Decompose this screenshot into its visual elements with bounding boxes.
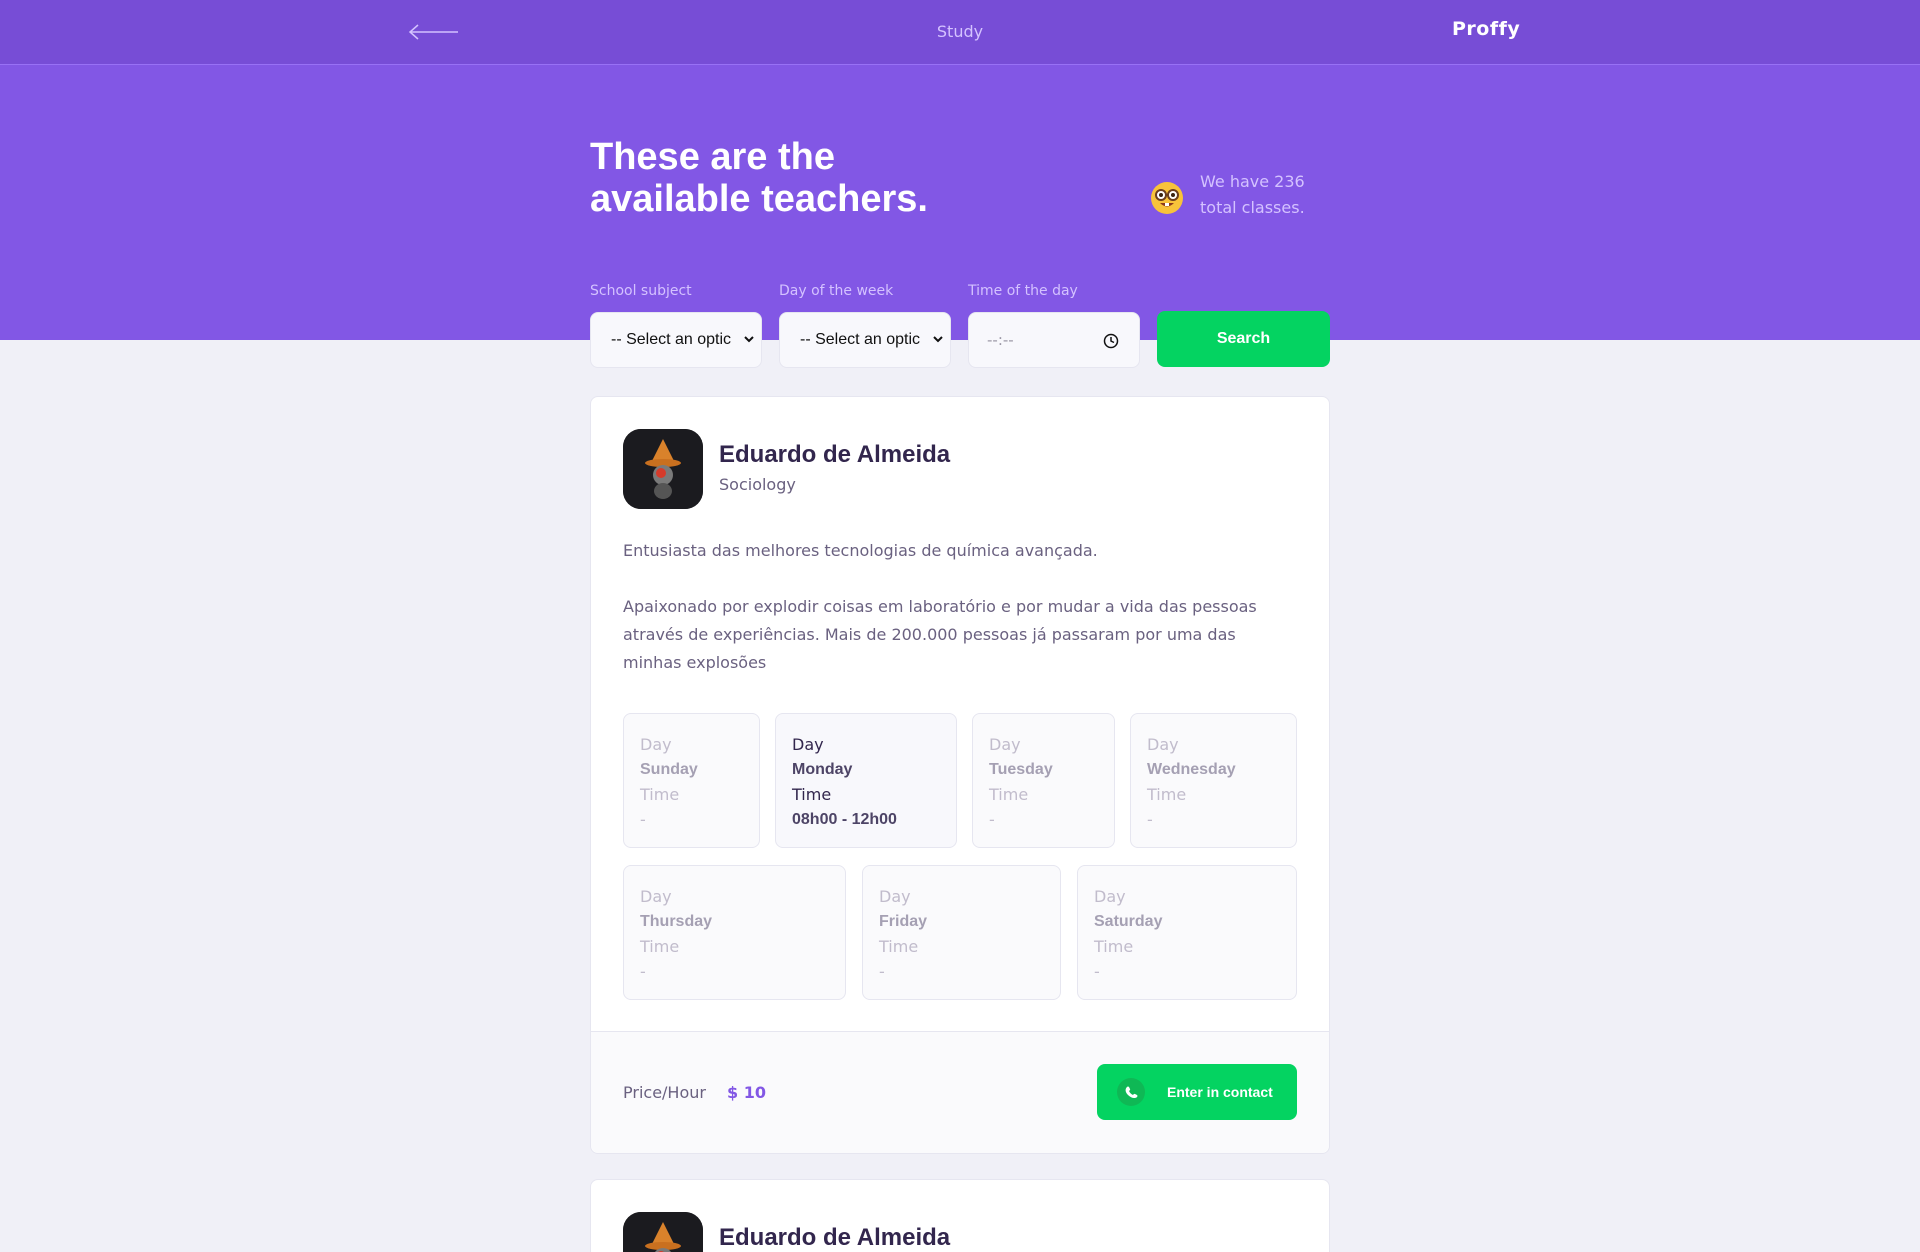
time-value: - [989, 810, 995, 829]
week-day-select[interactable]: -- Select an optic [779, 312, 951, 368]
day-value: Saturday [1094, 913, 1163, 930]
avatar-image [623, 429, 703, 509]
day-label: Day [792, 735, 824, 754]
time-label: Time [640, 785, 680, 804]
teacher-avatar [623, 429, 703, 509]
bio-paragraph: Entusiasta das melhores tecnologias de q… [623, 541, 1098, 560]
time-value: - [1147, 810, 1153, 829]
teacher-subject: Sociology [719, 475, 796, 494]
time-label: Time [989, 785, 1029, 804]
hero-title-line1: These are the [590, 136, 835, 178]
total-classes-line1: We have 236 [1200, 172, 1305, 191]
time-input[interactable]: --:-- [968, 312, 1140, 368]
time-label: Time [879, 937, 919, 956]
day-value: Thursday [640, 913, 713, 930]
whatsapp-icon [1117, 1078, 1145, 1106]
schedule-item-saturday: Day Saturday Time - [1077, 865, 1297, 1000]
teacher-card: Eduardo de Almeida Sociology Entusiasta … [590, 396, 1330, 1154]
teacher-bio: Entusiasta das melhores tecnologias de q… [623, 537, 1283, 705]
time-value: 08h00 - 12h00 [792, 811, 897, 828]
time-value: - [1094, 962, 1100, 981]
total-classes-text: We have 236 total classes. [1200, 169, 1340, 221]
chevron-down-icon [744, 336, 754, 343]
page-title: Study [936, 22, 984, 41]
day-label: Day [640, 735, 672, 754]
subject-select-value: -- Select an optic [611, 331, 732, 348]
day-label: Day [989, 735, 1021, 754]
nerd-face-emoji-icon [1151, 182, 1183, 214]
day-value: Friday [879, 913, 928, 930]
time-label: Time [792, 785, 832, 804]
day-label: Day [1147, 735, 1179, 754]
teacher-name: Eduardo de Almeida [719, 441, 951, 468]
subject-select[interactable]: -- Select an optic [590, 312, 762, 368]
time-label: Time [640, 937, 680, 956]
card-footer: Price/Hour $ 10 Enter in contact [591, 1031, 1329, 1153]
total-classes-line2: total classes. [1200, 198, 1305, 217]
bio-paragraph: Apaixonado por explodir coisas em labora… [623, 597, 1257, 672]
time-label: Time [1094, 937, 1134, 956]
avatar-image [623, 1212, 703, 1252]
day-label: Day [879, 887, 911, 906]
search-button[interactable]: Search [1157, 311, 1330, 367]
time-input-value: --:-- [987, 331, 1014, 349]
proffy-logo: Proffy [1452, 18, 1521, 40]
chevron-down-icon [933, 336, 943, 343]
subject-filter-label: School subject [590, 283, 692, 299]
price-value: $ 10 [727, 1083, 766, 1102]
day-value: Tuesday [989, 761, 1053, 778]
teacher-card: Eduardo de Almeida [590, 1179, 1330, 1252]
time-value: - [640, 810, 646, 829]
clock-icon [1103, 333, 1119, 349]
day-value: Sunday [640, 761, 698, 778]
day-value: Wednesday [1147, 761, 1236, 778]
schedule-item-monday: Day Monday Time 08h00 - 12h00 [775, 713, 957, 848]
time-value: - [879, 962, 885, 981]
schedule-item-wednesday: Day Wednesday Time - [1130, 713, 1297, 848]
schedule-item-sunday: Day Sunday Time - [623, 713, 760, 848]
price-label: Price/Hour [623, 1083, 706, 1102]
top-bar: Study Proffy [0, 0, 1920, 65]
schedule-item-tuesday: Day Tuesday Time - [972, 713, 1115, 848]
teacher-avatar [623, 1212, 703, 1252]
hero-title: These are the available teachers. [590, 136, 990, 220]
schedule-item-friday: Day Friday Time - [862, 865, 1061, 1000]
hero-title-line2: available teachers. [590, 178, 928, 220]
time-label: Time [1147, 785, 1187, 804]
day-label: Day [640, 887, 672, 906]
time-filter-label: Time of the day [968, 283, 1078, 299]
schedule-item-thursday: Day Thursday Time - [623, 865, 846, 1000]
teacher-name: Eduardo de Almeida [719, 1224, 951, 1251]
time-value: - [640, 962, 646, 981]
day-label: Day [1094, 887, 1126, 906]
page-header: These are the available teachers. We hav… [0, 65, 1920, 368]
contact-button[interactable]: Enter in contact [1097, 1064, 1297, 1120]
week-day-filter-label: Day of the week [779, 283, 894, 299]
contact-button-label: Enter in contact [1167, 1084, 1273, 1100]
week-day-select-value: -- Select an optic [800, 331, 921, 348]
day-value: Monday [792, 761, 853, 778]
